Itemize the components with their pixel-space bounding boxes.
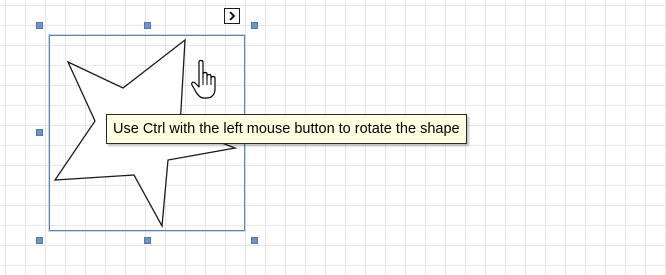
resize-handle-middle-left[interactable]: [36, 129, 43, 136]
resize-handle-bottom-left[interactable]: [36, 237, 43, 244]
chevron-right-icon: [229, 11, 236, 21]
resize-handle-bottom-right[interactable]: [251, 237, 258, 244]
smart-tag-button[interactable]: [224, 8, 240, 24]
resize-handle-top-right[interactable]: [251, 22, 258, 29]
resize-handle-bottom-middle[interactable]: [144, 237, 151, 244]
hand-pointer-icon: [191, 59, 216, 99]
resize-handle-top-middle[interactable]: [144, 22, 151, 29]
rotate-hint-tooltip: Use Ctrl with the left mouse button to r…: [106, 114, 467, 144]
resize-handle-top-left[interactable]: [36, 22, 43, 29]
